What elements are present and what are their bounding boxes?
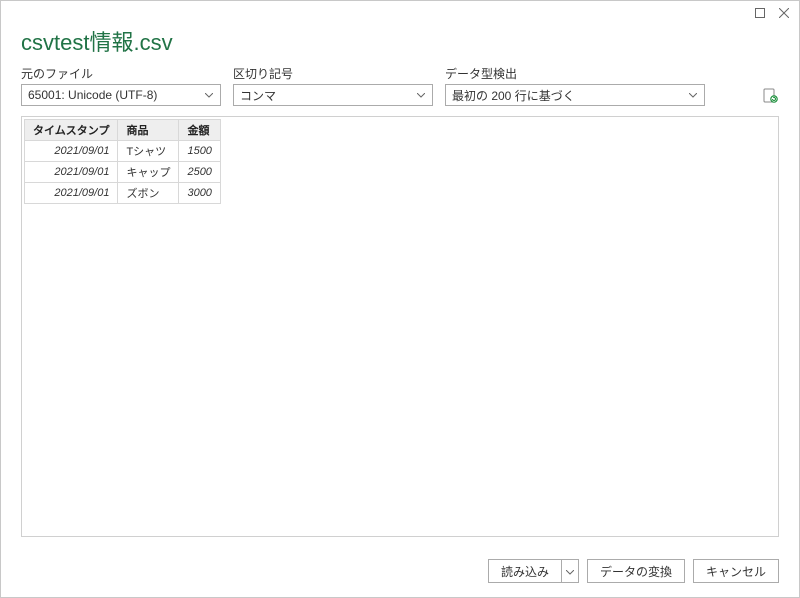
- refresh-icon[interactable]: [763, 88, 779, 104]
- col-product: 商品: [118, 120, 179, 141]
- table-row: 2021/09/01 Tシャツ 1500: [25, 141, 221, 162]
- transform-button[interactable]: データの変換: [587, 559, 685, 583]
- delimiter-label: 区切り記号: [233, 65, 433, 82]
- footer: 読み込み データの変換 キャンセル: [1, 549, 799, 597]
- controls-row: 元のファイル 65001: Unicode (UTF-8) 区切り記号 コンマ …: [1, 65, 799, 116]
- table-row: 2021/09/01 ズボン 3000: [25, 183, 221, 204]
- delimiter-value: コンマ: [240, 87, 276, 104]
- file-origin-group: 元のファイル 65001: Unicode (UTF-8): [21, 65, 221, 106]
- file-origin-dropdown[interactable]: 65001: Unicode (UTF-8): [21, 84, 221, 106]
- cell-timestamp: 2021/09/01: [25, 162, 118, 183]
- cell-timestamp: 2021/09/01: [25, 141, 118, 162]
- cell-product: キャップ: [118, 162, 179, 183]
- chevron-down-icon: [414, 93, 428, 98]
- titlebar: [1, 1, 799, 25]
- cancel-button[interactable]: キャンセル: [693, 559, 779, 583]
- chevron-down-icon: [566, 564, 574, 578]
- detection-group: データ型検出 最初の 200 行に基づく: [445, 65, 705, 106]
- transform-button-label: データの変換: [600, 563, 672, 580]
- preview-table: タイムスタンプ 商品 金額 2021/09/01 Tシャツ 1500 2021/…: [24, 119, 221, 204]
- delimiter-dropdown[interactable]: コンマ: [233, 84, 433, 106]
- load-dropdown-button[interactable]: [561, 559, 579, 583]
- dialog-title: csvtest情報.csv: [21, 25, 779, 57]
- file-origin-label: 元のファイル: [21, 65, 221, 82]
- load-button-label: 読み込み: [501, 563, 549, 580]
- dialog-window: csvtest情報.csv 元のファイル 65001: Unicode (UTF…: [0, 0, 800, 598]
- refresh-area: [763, 88, 779, 106]
- cell-product: ズボン: [118, 183, 179, 204]
- cell-amount: 3000: [179, 183, 220, 204]
- col-timestamp: タイムスタンプ: [25, 120, 118, 141]
- cell-amount: 2500: [179, 162, 220, 183]
- chevron-down-icon: [686, 93, 700, 98]
- file-origin-value: 65001: Unicode (UTF-8): [28, 88, 157, 102]
- cell-amount: 1500: [179, 141, 220, 162]
- cell-timestamp: 2021/09/01: [25, 183, 118, 204]
- load-split-button: 読み込み: [488, 559, 579, 583]
- col-amount: 金額: [179, 120, 220, 141]
- cancel-button-label: キャンセル: [706, 563, 766, 580]
- chevron-down-icon: [202, 93, 216, 98]
- detection-label: データ型検出: [445, 65, 705, 82]
- delimiter-group: 区切り記号 コンマ: [233, 65, 433, 106]
- header: csvtest情報.csv: [1, 25, 799, 65]
- table-row: 2021/09/01 キャップ 2500: [25, 162, 221, 183]
- cell-product: Tシャツ: [118, 141, 179, 162]
- detection-dropdown[interactable]: 最初の 200 行に基づく: [445, 84, 705, 106]
- maximize-button[interactable]: [751, 5, 769, 21]
- load-button[interactable]: 読み込み: [488, 559, 561, 583]
- close-button[interactable]: [775, 5, 793, 21]
- preview-area[interactable]: タイムスタンプ 商品 金額 2021/09/01 Tシャツ 1500 2021/…: [21, 116, 779, 537]
- table-header-row: タイムスタンプ 商品 金額: [25, 120, 221, 141]
- detection-value: 最初の 200 行に基づく: [452, 87, 575, 104]
